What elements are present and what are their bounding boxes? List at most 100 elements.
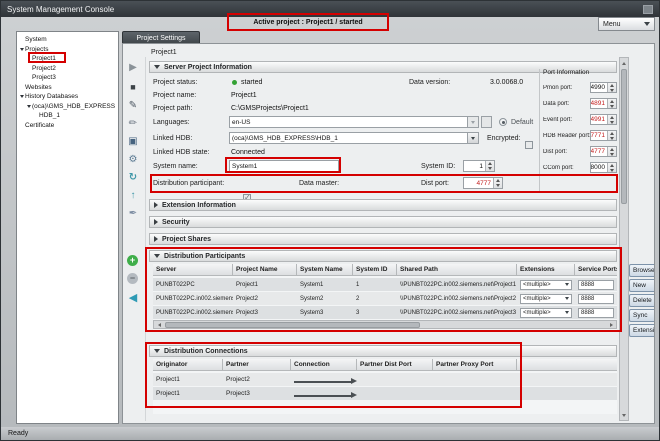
delete-button[interactable]: Delete [629,294,655,307]
spinner-buttons[interactable] [485,161,494,171]
languages-browse-button[interactable] [481,116,492,128]
settings-icon[interactable]: ⚙ [126,153,140,167]
column-header-system-id[interactable]: System ID [353,264,397,275]
add-icon[interactable]: + [127,255,138,266]
spinner-buttons[interactable] [607,99,616,108]
column-header-system-name[interactable]: System Name [297,264,353,275]
start-icon[interactable]: ▶ [126,61,140,75]
column-header-service-ports[interactable]: Service Ports [575,264,617,275]
spinner-buttons[interactable] [607,147,616,156]
default-language-radio[interactable] [499,118,507,126]
upgrade-icon[interactable]: ↑ [126,189,140,203]
window-control-button[interactable] [643,5,653,14]
tree-item-project3[interactable]: Project3 [17,73,118,83]
cell-shared-path: \\PUNBT022PC.in002.siemens.net\Project1 [397,278,517,291]
collapse-icon[interactable] [18,48,25,51]
scroll-left-button[interactable] [155,322,163,328]
dist-port-value: 4777 [464,178,493,188]
tree-item-websites[interactable]: Websites [17,83,118,93]
browse-button[interactable]: Browse... [629,264,655,277]
back-icon[interactable]: ◀ [126,291,140,305]
scroll-up-button[interactable] [621,59,627,67]
spinner-buttons[interactable] [607,163,616,172]
dist-port-stepper[interactable]: 4777 [463,177,503,189]
expand-icon [154,236,158,242]
spinner-buttons[interactable] [607,83,616,92]
ccom-port-input[interactable]: 8000 [590,162,617,173]
dist-port-input[interactable]: 4777 [590,146,617,157]
content-v-scrollbar[interactable] [619,57,629,421]
column-header-server[interactable]: Server [153,264,233,275]
section-header-distribution-participants[interactable]: Distribution Participants [149,250,617,262]
cell-shared-path: \\PUNBT022PC.in002.siemens.net\Project2 [397,292,517,305]
connection-row[interactable]: Project1 Project3 [153,387,617,400]
certificate-icon[interactable]: ✒ [126,207,140,221]
tree-item-project1[interactable]: Project1 [17,54,118,64]
languages-dropdown[interactable]: en-US [229,116,479,128]
tree-item-gms-hdb-express[interactable]: (oca)\GMS_HDB_EXPRESS [17,102,118,112]
tree-item-history-databases[interactable]: History Databases [17,92,118,102]
connection-row[interactable]: Project1 Project2 [153,373,617,386]
column-header-partner[interactable]: Partner [223,359,291,370]
section-header-distribution-connections[interactable]: Distribution Connections [149,345,617,357]
restore-icon[interactable]: ↻ [126,171,140,185]
scroll-right-button[interactable] [607,322,615,328]
save-icon[interactable]: ▣ [126,135,140,149]
service-ports-input[interactable]: 8888 [578,294,614,304]
rename-icon[interactable]: ✏ [126,117,140,131]
extensions-button[interactable]: Extensions [629,324,655,337]
stop-icon[interactable]: ■ [126,80,140,94]
tree-item-label: Certificate [25,122,54,129]
participant-row[interactable]: PUNBT022PC.in002.siemens.net Project2 Sy… [153,292,617,305]
participants-h-scrollbar[interactable] [153,320,617,329]
system-name-input[interactable]: System1 [229,160,339,172]
extensions-value: <multiple> [523,282,551,288]
port-row: Pmon port: 4990 [543,82,617,93]
section-header-project-shares[interactable]: Project Shares [149,233,617,245]
column-header-project-name[interactable]: Project Name [233,264,297,275]
participant-row[interactable]: PUNBT022PC.in002.siemens.net Project3 Sy… [153,306,617,319]
extensions-dropdown[interactable]: <multiple> [520,308,572,318]
column-header-extensions[interactable]: Extensions [517,264,575,275]
spinner-buttons[interactable] [607,131,616,140]
event-port-input[interactable]: 4991 [590,114,617,125]
tree-item-hdb-1[interactable]: HDB_1 [17,111,118,121]
spinner-buttons[interactable] [493,178,502,188]
edit-icon[interactable]: ✎ [126,99,140,113]
tree-item-project2[interactable]: Project2 [17,64,118,74]
service-ports-input[interactable]: 8888 [578,308,614,318]
scrollbar-thumb[interactable] [165,322,420,328]
port-information-panel: Port Information Pmon port: 4990 Data po… [539,69,617,191]
data-port-input[interactable]: 4891 [590,98,617,109]
collapse-icon[interactable] [18,95,25,98]
column-header-originator[interactable]: Originator [153,359,223,370]
service-ports-input[interactable]: 8888 [578,280,614,290]
column-header-partner-proxy-port[interactable]: Partner Proxy Port [433,359,517,370]
scrollbar-thumb[interactable] [621,69,627,204]
column-header-connection[interactable]: Connection [291,359,357,370]
encrypted-checkbox[interactable] [525,141,533,149]
section-header-extension-information[interactable]: Extension Information [149,199,617,211]
chevron-down-icon [467,117,478,127]
collapse-icon[interactable] [25,105,32,108]
remove-icon[interactable]: − [127,273,138,284]
menu-button[interactable]: Menu [598,17,655,31]
linked-hdb-dropdown[interactable]: (oca)\GMS_HDB_EXPRESS\HDB_1 [229,132,479,144]
column-header-shared-path[interactable]: Shared Path [397,264,517,275]
cell-server: PUNBT022PC [153,278,233,291]
tree-item-system[interactable]: System [17,35,118,45]
pmon-port-input[interactable]: 4990 [590,82,617,93]
sync-button[interactable]: Sync [629,309,655,322]
tree-item-projects[interactable]: Projects [17,45,118,55]
participant-row[interactable]: PUNBT022PC Project1 System1 1 \\PUNBT022… [153,278,617,291]
hdb-reader-port-input[interactable]: 7771 [590,130,617,141]
section-header-security[interactable]: Security [149,216,617,228]
tree-item-certificate[interactable]: Certificate [17,121,118,131]
scroll-down-button[interactable] [621,411,627,419]
extensions-dropdown[interactable]: <multiple> [520,280,572,290]
extensions-dropdown[interactable]: <multiple> [520,294,572,304]
spinner-buttons[interactable] [607,115,616,124]
system-id-stepper[interactable]: 1 [463,160,495,172]
new-button[interactable]: New [629,279,655,292]
column-header-partner-dist-port[interactable]: Partner Dist Port [357,359,433,370]
